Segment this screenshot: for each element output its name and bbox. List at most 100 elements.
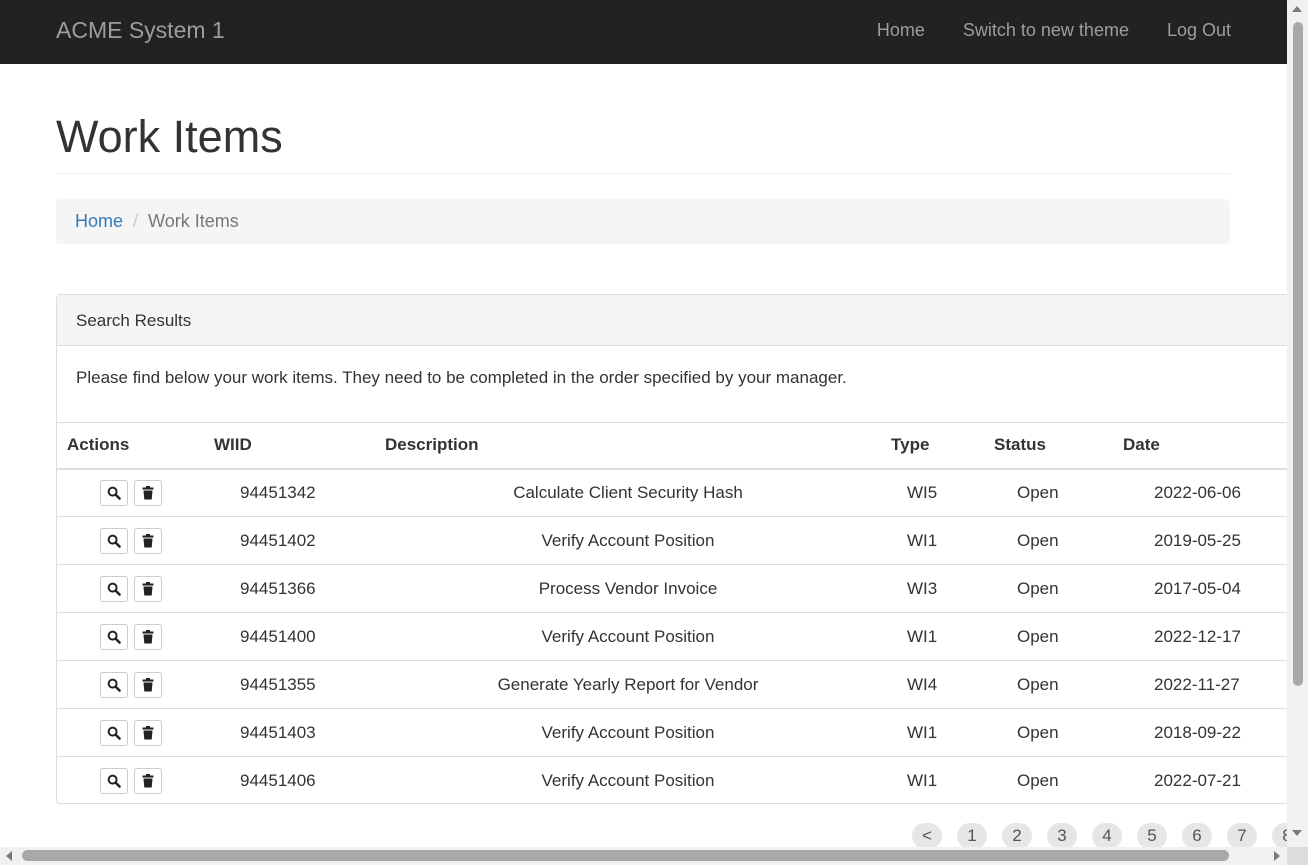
cell-status: Open [984, 708, 1113, 757]
cell-type: WI1 [881, 516, 984, 565]
cell-date: 2022-11-27 [1113, 660, 1287, 709]
page-button-4[interactable]: 4 [1092, 823, 1122, 847]
page-button-5[interactable]: 5 [1137, 823, 1167, 847]
column-header-type[interactable]: Type [881, 422, 984, 470]
nav-logout-link[interactable]: Log Out [1167, 20, 1231, 41]
breadcrumb-separator: / [133, 211, 139, 231]
view-button[interactable] [100, 479, 128, 506]
scrollbar-corner [1287, 847, 1308, 865]
breadcrumb-home-link[interactable]: Home [75, 211, 123, 231]
scroll-up-arrow-icon[interactable] [1292, 6, 1302, 12]
search-results-panel: Search Results Please find below your wo… [56, 294, 1287, 805]
delete-button[interactable] [134, 671, 162, 698]
nav-switch-theme-link[interactable]: Switch to new theme [963, 20, 1129, 41]
trash-icon [142, 581, 154, 596]
trash-icon [142, 533, 154, 548]
cell-status: Open [984, 564, 1113, 613]
column-header-date[interactable]: Date [1113, 422, 1287, 470]
cell-status: Open [984, 660, 1113, 709]
column-header-wiid[interactable]: WIID [204, 422, 375, 470]
scroll-down-arrow-icon[interactable] [1292, 830, 1302, 836]
page-button-2[interactable]: 2 [1002, 823, 1032, 847]
trash-icon [142, 725, 154, 740]
cell-type: WI1 [881, 612, 984, 661]
vertical-scroll-thumb[interactable] [1293, 22, 1303, 686]
trash-icon [142, 773, 154, 788]
view-button[interactable] [100, 527, 128, 554]
cell-wiid: 94451342 [240, 482, 316, 502]
cell-status: Open [984, 756, 1113, 805]
cell-type: WI4 [881, 660, 984, 709]
cell-description: Generate Yearly Report for Vendor [375, 660, 881, 709]
row-actions [57, 516, 204, 565]
cell-description: Verify Account Position [375, 516, 881, 565]
delete-button[interactable] [134, 767, 162, 794]
cell-date: 2019-05-25 [1113, 516, 1287, 565]
table-row: 94451403 Verify Account Position WI1 Open 20… [57, 708, 1287, 757]
delete-button[interactable] [134, 719, 162, 746]
cell-description: Verify Account Position [375, 756, 881, 805]
horizontal-scrollbar[interactable] [0, 847, 1287, 865]
row-actions [57, 469, 204, 517]
search-icon [107, 726, 121, 740]
cell-type: WI1 [881, 756, 984, 805]
search-icon [107, 774, 121, 788]
row-actions [57, 564, 204, 613]
cell-wiid: 94451402 [204, 516, 375, 565]
column-header-description[interactable]: Description [375, 422, 881, 470]
delete-button[interactable] [134, 623, 162, 650]
cell-status: Open [984, 516, 1113, 565]
page-button-1[interactable]: 1 [957, 823, 987, 847]
search-icon [107, 486, 121, 500]
cell-description: Verify Account Position [375, 612, 881, 661]
cell-type: WI5 [907, 482, 938, 502]
delete-button[interactable] [134, 479, 162, 506]
nav-links: Home Switch to new theme Log Out [877, 20, 1231, 41]
column-header-actions[interactable]: Actions [57, 422, 204, 470]
view-button[interactable] [100, 719, 128, 746]
nav-home-link[interactable]: Home [877, 20, 925, 41]
cell-date: 2018-09-22 [1113, 708, 1287, 757]
search-icon [107, 678, 121, 692]
view-button[interactable] [100, 575, 128, 602]
view-button[interactable] [100, 671, 128, 698]
cell-date: 2017-05-04 [1113, 564, 1287, 613]
table-row: 94451400 Verify Account Position WI1 Open 20… [57, 612, 1287, 661]
delete-button[interactable] [134, 527, 162, 554]
delete-button[interactable] [134, 575, 162, 602]
page-button-3[interactable]: 3 [1047, 823, 1077, 847]
page-button-8[interactable]: 8 [1272, 823, 1287, 847]
table-header-row: Actions WIID Description Type Status Dat… [57, 422, 1287, 470]
cell-type: WI1 [881, 708, 984, 757]
page-button-7[interactable]: 7 [1227, 823, 1257, 847]
cell-wiid: 94451366 [204, 564, 375, 613]
row-actions [57, 660, 204, 709]
vertical-scrollbar[interactable] [1287, 0, 1308, 847]
panel-heading: Search Results [57, 295, 1287, 346]
table-row: 94451406 Verify Account Position WI1 Open 20… [57, 756, 1287, 805]
page-viewport: ACME System 1 Home Switch to new theme L… [0, 0, 1287, 847]
scroll-right-arrow-icon[interactable] [1274, 851, 1280, 861]
cell-date: 2022-12-17 [1113, 612, 1287, 661]
column-header-status[interactable]: Status [984, 422, 1113, 470]
page-button-6[interactable]: 6 [1182, 823, 1212, 847]
scroll-left-arrow-icon[interactable] [6, 851, 12, 861]
cell-description: Process Vendor Invoice [375, 564, 881, 613]
cell-type: WI3 [881, 564, 984, 613]
row-actions [57, 756, 204, 805]
cell-wiid: 94451403 [204, 708, 375, 757]
horizontal-scroll-thumb[interactable] [22, 850, 1229, 861]
breadcrumb-current: Work Items [148, 211, 239, 231]
cell-status: Open [1017, 482, 1059, 502]
row-actions [57, 708, 204, 757]
table-row: 94451342 Calculate Client Security Hash WI… [57, 469, 1287, 517]
cell-status: Open [984, 612, 1113, 661]
brand-link[interactable]: ACME System 1 [56, 17, 225, 44]
search-icon [107, 582, 121, 596]
view-button[interactable] [100, 623, 128, 650]
page-prev-button[interactable]: < [912, 823, 942, 847]
top-navbar: ACME System 1 Home Switch to new theme L… [0, 0, 1287, 64]
cell-date: 2022-06-06 [1154, 482, 1241, 502]
cell-description: Calculate Client Security Hash [513, 482, 743, 502]
view-button[interactable] [100, 767, 128, 794]
